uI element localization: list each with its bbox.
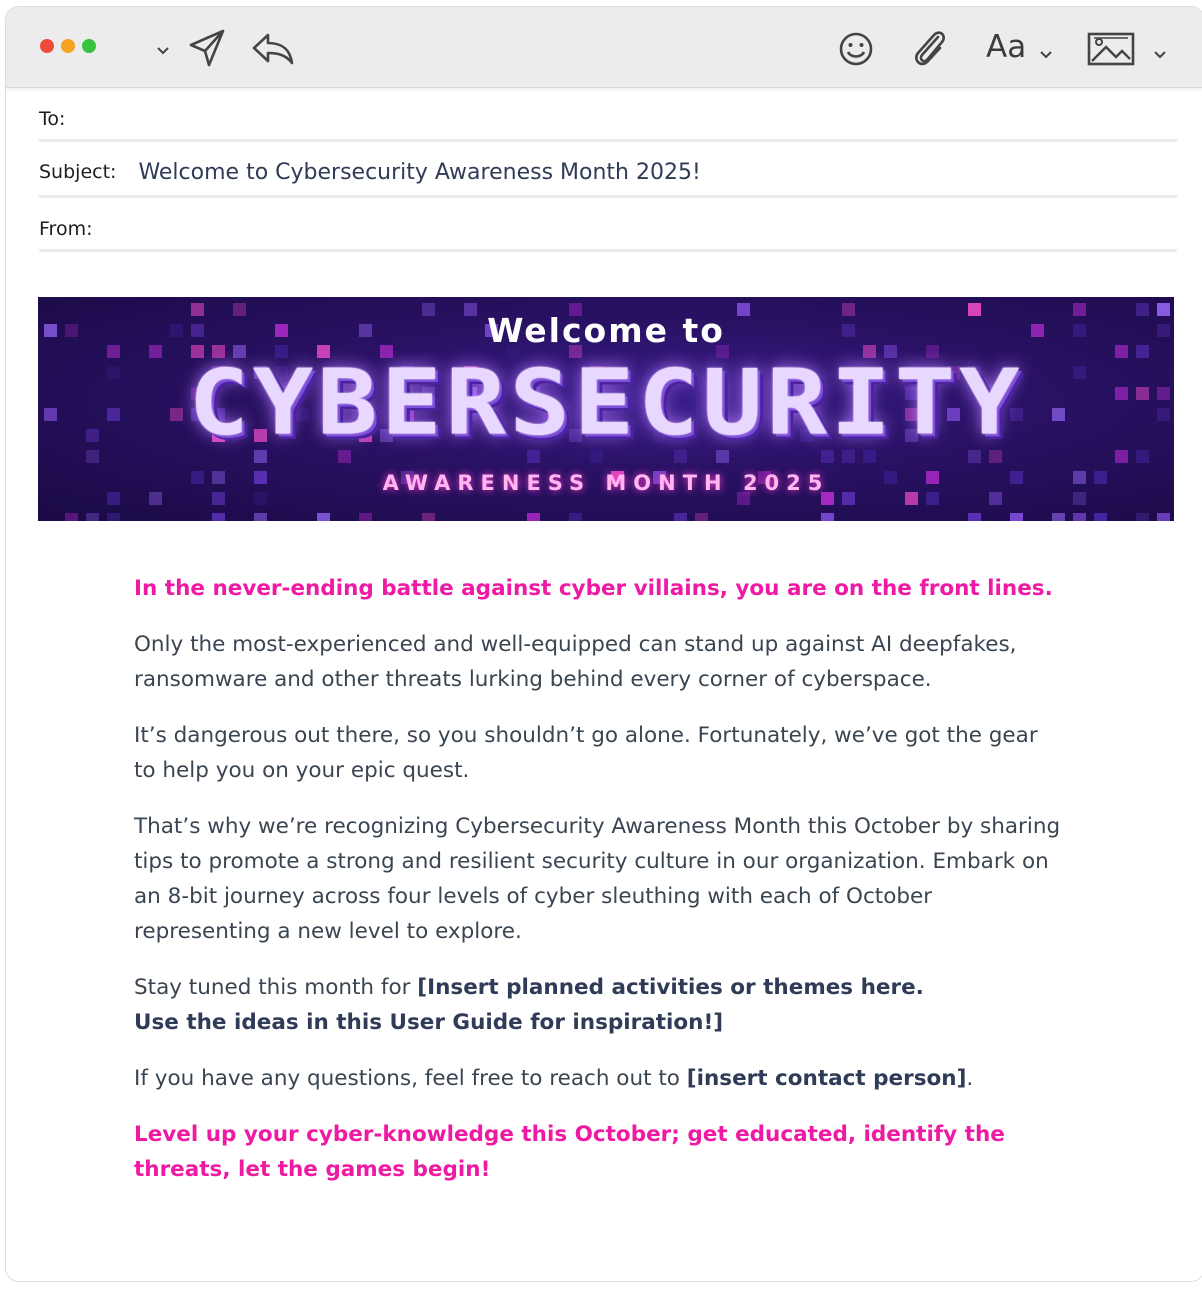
banner-pixel — [695, 513, 708, 521]
image-icon[interactable] — [1086, 31, 1136, 72]
contact-placeholder: [insert contact person] — [686, 1066, 967, 1091]
body-paragraph-4: Stay tuned this month for [Insert planne… — [134, 970, 1064, 1040]
p5-suffix: . — [966, 1066, 974, 1091]
to-label: To: — [39, 108, 66, 130]
send-icon[interactable] — [187, 27, 227, 74]
intro-paragraph: In the never-ending battle against cyber… — [134, 576, 1053, 601]
banner-pixel — [527, 513, 540, 521]
toolbar: Aa — [6, 7, 1202, 88]
banner-pixel — [86, 513, 99, 521]
banner-pixel — [422, 513, 435, 521]
banner-pixel — [1136, 450, 1149, 463]
traffic-lights — [40, 39, 96, 53]
banner-pixel — [674, 513, 687, 521]
chevron-down-icon[interactable] — [1153, 47, 1167, 65]
from-label: From: — [39, 218, 93, 240]
body-paragraph-5: If you have any questions, feel free to … — [134, 1061, 1064, 1096]
minimize-window-button[interactable] — [61, 39, 75, 53]
p4-prefix: Stay tuned this month for — [134, 975, 418, 1000]
body-paragraph-3: That’s why we’re recognizing Cybersecuri… — [134, 814, 1061, 944]
banner-pixel — [1136, 513, 1149, 521]
body-paragraph-2: It’s dangerous out there, so you shouldn… — [134, 723, 1038, 783]
banner-pixel — [107, 513, 120, 521]
emoji-icon[interactable] — [838, 31, 874, 72]
banner-pixel — [359, 513, 372, 521]
chevron-down-icon[interactable] — [156, 43, 170, 61]
banner-pixel — [86, 450, 99, 463]
banner-pixel — [821, 513, 834, 521]
subject-field-row[interactable]: Subject: Welcome to Cybersecurity Awaren… — [39, 149, 1177, 198]
close-window-button[interactable] — [40, 39, 54, 53]
banner-pixel — [1010, 513, 1023, 521]
banner-pixel — [1115, 450, 1128, 463]
to-field-row[interactable]: To: — [39, 99, 1177, 142]
body-paragraph-1: Only the most-experienced and well-equip… — [134, 632, 1017, 692]
banner-pixel — [254, 513, 267, 521]
email-compose-window: Aa To: Subject: Welcome to Cybersecurity… — [5, 6, 1202, 1282]
banner-pixel — [65, 513, 78, 521]
banner-image: Welcome to CYBERSECURITY AWARENESS MONTH… — [38, 297, 1174, 521]
banner-pixel — [1157, 513, 1170, 521]
chevron-down-icon[interactable] — [1039, 47, 1053, 65]
banner-subtitle-text: AWARENESS MONTH 2025 — [382, 471, 830, 495]
outro-paragraph: Level up your cyber-knowledge this Octob… — [134, 1122, 1005, 1182]
banner-pixel — [569, 513, 582, 521]
banner-pixel — [212, 513, 225, 521]
reply-icon[interactable] — [250, 31, 296, 72]
banner-pixel — [1052, 513, 1065, 521]
from-field-row[interactable]: From: — [39, 209, 1177, 252]
p4-placeholder-line2: Use the ideas in this User Guide for ins… — [134, 1010, 724, 1035]
p4-placeholder: [Insert planned activities or themes her… — [417, 975, 924, 1000]
zoom-window-button[interactable] — [82, 39, 96, 53]
banner-pixel — [317, 513, 330, 521]
banner-pixel — [968, 513, 981, 521]
p5-prefix: If you have any questions, feel free to … — [134, 1066, 687, 1091]
paperclip-icon[interactable] — [910, 27, 948, 74]
banner-pixel — [1094, 513, 1107, 521]
subject-field[interactable]: Welcome to Cybersecurity Awareness Month… — [138, 160, 700, 185]
email-body[interactable]: In the never-ending battle against cyber… — [134, 571, 1064, 1208]
subject-label: Subject: — [39, 161, 117, 183]
banner-pixel — [1073, 513, 1086, 521]
font-format-button[interactable]: Aa — [986, 29, 1026, 65]
banner-welcome-text: Welcome to — [487, 311, 725, 350]
banner-title-text: CYBERSECURITY — [188, 349, 1024, 456]
